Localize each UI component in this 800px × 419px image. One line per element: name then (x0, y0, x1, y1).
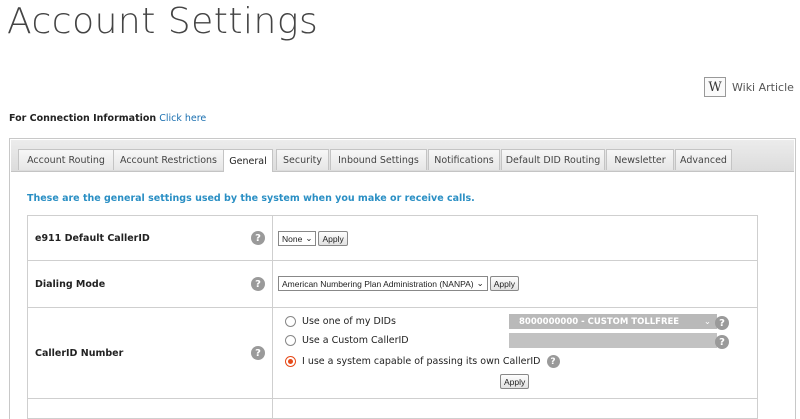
dialing-value-cell: American Numbering Plan Administration (… (272, 260, 758, 308)
option-system-callerid-label: I use a system capable of passing its ow… (302, 356, 541, 367)
radio-use-dids[interactable] (285, 316, 296, 327)
settings-table: e911 Default CallerID ? None ⌄ Apply Dia… (27, 215, 758, 419)
wiki-article-label: Wiki Article (732, 80, 794, 94)
tab-account-restrictions[interactable]: Account Restrictions (113, 149, 224, 170)
custom-callerid-help-icon[interactable]: ? (715, 335, 729, 349)
option-system-callerid[interactable]: I use a system capable of passing its ow… (285, 355, 560, 368)
dialing-mode-label: Dialing Mode (35, 278, 106, 290)
connection-info-label: For Connection Information (9, 113, 157, 124)
custom-callerid-input[interactable] (509, 333, 717, 348)
chevron-down-icon: ⌄ (305, 233, 313, 243)
dialing-mode-select-value: American Numbering Plan Administration (… (282, 278, 474, 289)
page-title: Account Settings (7, 1, 319, 42)
callerid-label-cell: CallerID Number ? (27, 307, 273, 399)
tab-security[interactable]: Security (276, 149, 329, 170)
chevron-down-icon: ⌄ (476, 278, 484, 288)
tab-general[interactable]: General (223, 149, 273, 172)
dialing-mode-select[interactable]: American Numbering Plan Administration (… (278, 276, 488, 291)
e911-select[interactable]: None ⌄ (278, 231, 317, 246)
tab-bar: Account Routing Account Restrictions Gen… (11, 140, 794, 172)
callerid-apply-button[interactable]: Apply (500, 374, 530, 389)
callerid-value-cell: Use one of my DIDs 8000000000 - CUSTOM T… (272, 307, 758, 399)
dialing-help-icon[interactable]: ? (251, 277, 265, 291)
next-row-value-cell (272, 398, 758, 419)
e911-label-cell: e911 Default CallerID ? (27, 215, 273, 261)
connection-info: For Connection Information Click here (9, 113, 206, 124)
tab-default-did-routing[interactable]: Default DID Routing (501, 149, 605, 170)
dialing-apply-button[interactable]: Apply (489, 276, 520, 291)
table-row: Dialing Mode ? American Numbering Plan A… (27, 260, 758, 308)
did-help-icon[interactable]: ? (715, 316, 729, 330)
e911-apply-button[interactable]: Apply (318, 231, 348, 246)
option-use-dids-label: Use one of my DIDs (302, 316, 396, 327)
e911-value-cell: None ⌄ Apply (272, 215, 758, 261)
wikipedia-icon: W (704, 77, 726, 97)
table-row (27, 398, 758, 419)
e911-select-value: None (282, 233, 303, 244)
tab-notifications[interactable]: Notifications (428, 149, 500, 170)
did-select-value: 8000000000 - CUSTOM TOLLFREE (519, 316, 680, 327)
option-use-dids[interactable]: Use one of my DIDs (285, 316, 396, 327)
next-row-label-cell (27, 398, 273, 419)
tab-inbound-settings[interactable]: Inbound Settings (330, 149, 427, 170)
option-custom-callerid-label: Use a Custom CallerID (302, 335, 409, 346)
did-select[interactable]: 8000000000 - CUSTOM TOLLFREE ⌄ (509, 314, 717, 329)
e911-label: e911 Default CallerID (35, 232, 150, 244)
radio-custom-callerid[interactable] (285, 335, 296, 346)
e911-help-icon[interactable]: ? (251, 231, 265, 245)
table-row: CallerID Number ? Use one of my DIDs 800… (27, 307, 758, 399)
connection-click-here-link[interactable]: Click here (159, 113, 206, 124)
tab-advanced[interactable]: Advanced (675, 149, 732, 170)
chevron-down-icon: ⌄ (703, 316, 711, 327)
callerid-help-icon[interactable]: ? (251, 346, 265, 360)
radio-system-callerid[interactable] (285, 356, 296, 367)
table-row: e911 Default CallerID ? None ⌄ Apply (27, 215, 758, 261)
section-intro: These are the general settings used by t… (27, 193, 475, 204)
system-callerid-help-icon[interactable]: ? (546, 355, 560, 368)
dialing-label-cell: Dialing Mode ? (27, 260, 273, 308)
option-custom-callerid[interactable]: Use a Custom CallerID (285, 335, 409, 346)
tab-newsletter[interactable]: Newsletter (606, 149, 674, 170)
tab-account-routing[interactable]: Account Routing (18, 149, 114, 170)
wiki-article-link[interactable]: W Wiki Article (704, 77, 794, 97)
callerid-number-label: CallerID Number (35, 347, 124, 359)
